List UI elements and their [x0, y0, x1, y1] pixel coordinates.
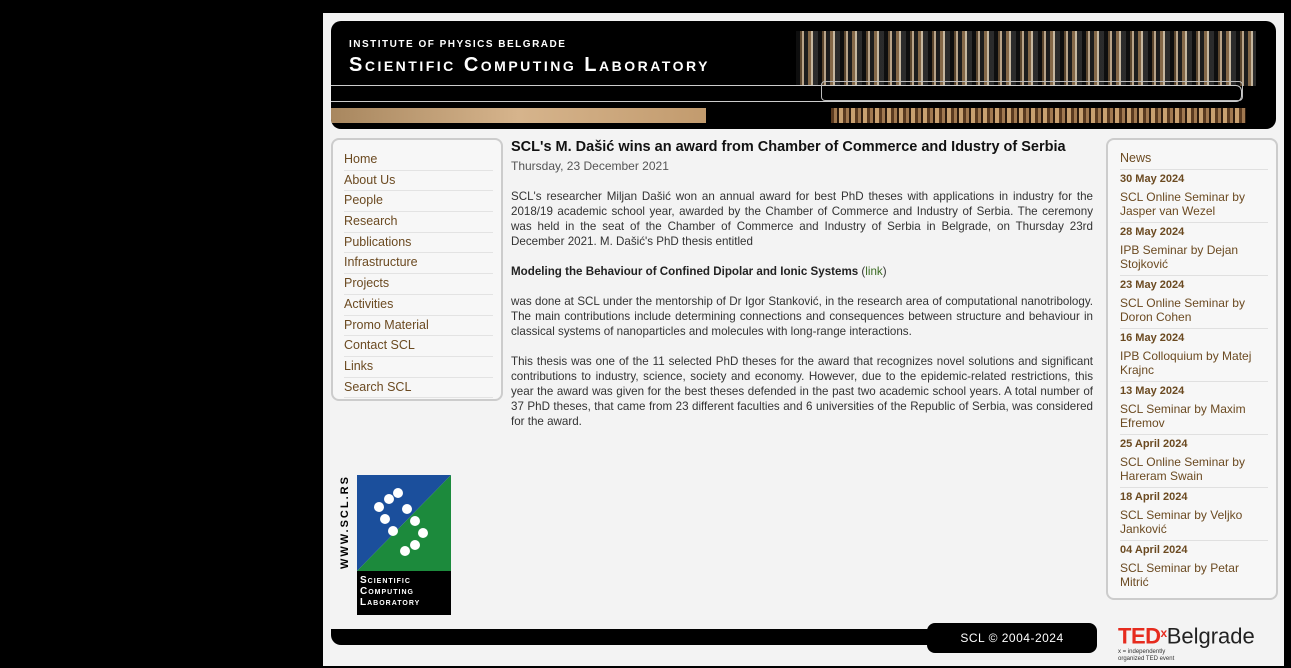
tedx-wordmark: TEDxBelgrade: [1118, 621, 1278, 649]
link-close-paren: ): [882, 265, 887, 278]
news-link[interactable]: IPB Seminar by Dejan Stojković: [1120, 243, 1268, 271]
news-date: 16 May 2024: [1120, 332, 1185, 344]
news-date: 04 April 2024: [1120, 544, 1188, 556]
news-item: 30 May 2024 SCL Online Seminar by Jasper …: [1120, 169, 1268, 222]
main-menu: Home About Us People Research Publicatio…: [331, 138, 503, 401]
article-paragraph: This thesis was one of the 11 selected P…: [511, 355, 1093, 428]
site-url-vertical: WWW.SCL.RS: [339, 475, 351, 569]
menu-item-contact-scl[interactable]: Contact SCL: [344, 336, 493, 357]
header-banner: INSTITUTE OF PHYSICS BELGRADE Scientific…: [331, 21, 1276, 129]
page: INSTITUTE OF PHYSICS BELGRADE Scientific…: [323, 13, 1284, 666]
ted-city: Belgrade: [1166, 623, 1255, 649]
menu-item-activities[interactable]: Activities: [344, 295, 493, 316]
news-item: 04 April 2024 SCL Seminar by Petar Mitrić: [1120, 540, 1268, 593]
scl-logo: WWW.SCL.RS Scientific Computing Laborato…: [333, 475, 453, 615]
news-item: 13 May 2024 SCL Seminar by Maxim Efremov: [1120, 381, 1268, 434]
scl-logo-mark: [357, 475, 451, 571]
menu-item-research[interactable]: Research: [344, 212, 493, 233]
menu-item-projects[interactable]: Projects: [344, 274, 493, 295]
ted-tagline-2: organized TED event: [1118, 656, 1175, 663]
news-date: 13 May 2024: [1120, 385, 1185, 397]
article-date: Thursday, 23 December 2021: [511, 159, 669, 173]
menu-item-publications[interactable]: Publications: [344, 233, 493, 254]
banner-spectrum-graphic: [796, 31, 1256, 86]
menu-item-home[interactable]: Home: [344, 150, 493, 171]
menu-item-links[interactable]: Links: [344, 357, 493, 378]
news-header[interactable]: News: [1120, 151, 1276, 165]
copyright: SCL © 2004-2024: [927, 623, 1097, 653]
article-paragraph: was done at SCL under the mentorship of …: [511, 295, 1093, 338]
lab-name: Scientific Computing Laboratory: [349, 54, 710, 76]
menu-item-people[interactable]: People: [344, 191, 493, 213]
logo-caption-line: Laboratory: [360, 597, 421, 608]
menu-item-about-us[interactable]: About Us: [344, 171, 493, 192]
menu-item-promo-material[interactable]: Promo Material: [344, 316, 493, 337]
article: SCL's M. Dašić wins an award from Chambe…: [511, 138, 1093, 429]
news-link[interactable]: IPB Colloquium by Matej Krajnc: [1120, 349, 1268, 377]
menu-item-infrastructure[interactable]: Infrastructure: [344, 253, 493, 275]
logo-caption: Scientific Computing Laboratory: [357, 571, 451, 615]
news-item: 23 May 2024 SCL Online Seminar by Doron C…: [1120, 275, 1268, 328]
footer: SCL © 2004-2024: [331, 623, 1097, 653]
news-item: 18 April 2024 SCL Seminar by Veljko Janko…: [1120, 487, 1268, 540]
article-title: SCL's M. Dašić wins an award from Chambe…: [511, 139, 1066, 155]
ted-brand: TED: [1118, 623, 1161, 649]
thesis-line: Modeling the Behaviour of Confined Dipol…: [511, 264, 1093, 279]
thesis-title: Modeling the Behaviour of Confined Dipol…: [511, 265, 859, 278]
banner-bar-right: [831, 108, 1246, 123]
news-item: 28 May 2024 IPB Seminar by Dejan Stojkovi…: [1120, 222, 1268, 275]
news-date: 23 May 2024: [1120, 279, 1185, 291]
news-date: 30 May 2024: [1120, 173, 1185, 185]
news-link[interactable]: SCL Online Seminar by Hareram Swain: [1120, 455, 1268, 483]
news-link[interactable]: SCL Seminar by Petar Mitrić: [1120, 561, 1268, 589]
banner-bar-left: [331, 108, 706, 123]
news-date: 28 May 2024: [1120, 226, 1185, 238]
news-list: 30 May 2024 SCL Online Seminar by Jasper …: [1108, 169, 1276, 593]
news-date: 25 April 2024: [1120, 438, 1188, 450]
banner-trace-box: [821, 81, 1243, 101]
news-link[interactable]: SCL Online Seminar by Jasper van Wezel: [1120, 190, 1268, 218]
menu-list: Home About Us People Research Publicatio…: [333, 150, 501, 399]
logo-caption-line: Computing: [360, 586, 414, 597]
ted-tagline-1: x = independently: [1118, 649, 1166, 656]
news-link[interactable]: SCL Seminar by Maxim Efremov: [1120, 402, 1268, 430]
news-link[interactable]: SCL Seminar by Veljko Janković: [1120, 508, 1268, 536]
logo-caption-line: Scientific: [360, 575, 411, 586]
news-item: 25 April 2024 SCL Online Seminar by Harer…: [1120, 434, 1268, 487]
tedx-belgrade-logo[interactable]: TEDxBelgrade x = independently organized…: [1118, 621, 1278, 663]
article-paragraph: SCL's researcher Miljan Dašić won an ann…: [511, 190, 1093, 248]
news-item: 16 May 2024 IPB Colloquium by Matej Krajn…: [1120, 328, 1268, 381]
thesis-link[interactable]: link: [865, 265, 882, 278]
news-panel: News 30 May 2024 SCL Online Seminar by Ja…: [1106, 138, 1278, 600]
news-date: 18 April 2024: [1120, 491, 1188, 503]
news-link[interactable]: SCL Online Seminar by Doron Cohen: [1120, 296, 1268, 324]
menu-item-search-scl[interactable]: Search SCL: [344, 378, 493, 399]
institute-name: INSTITUTE OF PHYSICS BELGRADE: [349, 39, 567, 50]
